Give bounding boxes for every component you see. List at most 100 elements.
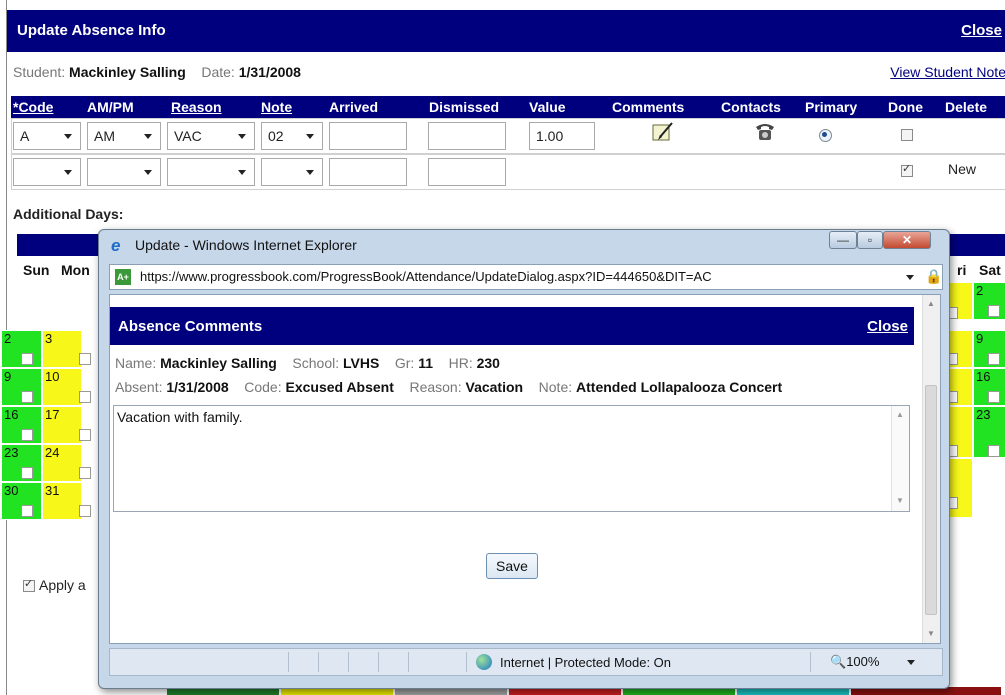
calendar-day-cell[interactable] <box>946 406 973 458</box>
calendar-day-cell[interactable]: 9 <box>973 330 1005 368</box>
page-title: Update Absence Info <box>17 22 166 39</box>
popup-titlebar[interactable]: e Update - Windows Internet Explorer — ▫… <box>99 230 949 260</box>
value-input[interactable]: 1.00 <box>529 122 595 150</box>
col-dismissed: Dismissed <box>429 99 500 115</box>
arrived-input-row2[interactable] <box>329 158 407 186</box>
security-zone[interactable]: Internet | Protected Mode: On <box>500 655 671 670</box>
calendar-day-cell[interactable]: 16 <box>1 406 42 444</box>
calendar-day-cell[interactable]: 30 <box>1 482 42 520</box>
absent-label: Absent: <box>115 379 163 395</box>
close-link[interactable]: Close <box>961 22 1002 39</box>
done-checkbox-row2[interactable] <box>901 162 913 177</box>
reason-select[interactable]: VAC <box>167 122 255 150</box>
chevron-down-icon[interactable] <box>906 275 914 280</box>
phone-icon[interactable] <box>753 120 777 142</box>
primary-radio[interactable] <box>819 129 832 142</box>
comment-textarea[interactable]: Vacation with family. ▲ ▼ <box>113 405 910 512</box>
calendar-day-checkbox[interactable] <box>988 305 1000 317</box>
update-absence-header: Update Absence Info Close <box>7 10 1005 52</box>
col-reason[interactable]: Reason <box>171 99 222 115</box>
done-checkbox[interactable] <box>901 129 913 141</box>
dismissed-input-row2[interactable] <box>428 158 506 186</box>
scroll-up-icon[interactable]: ▲ <box>927 299 935 308</box>
calendar-day-checkbox[interactable] <box>79 391 91 403</box>
calendar-day-checkbox[interactable] <box>21 467 33 479</box>
student-name: Mackinley Salling <box>69 64 186 80</box>
calendar-day-cell[interactable]: 17 <box>42 406 91 444</box>
calendar-day-cell[interactable]: 3 <box>42 330 91 368</box>
calendar-day-cell[interactable]: 31 <box>42 482 91 520</box>
globe-icon <box>476 654 492 670</box>
chevron-down-icon <box>64 134 72 139</box>
calendar-day-cell[interactable]: 2 <box>1 330 42 368</box>
calendar-day-checkbox[interactable] <box>79 505 91 517</box>
reason-select-row2[interactable] <box>167 158 255 186</box>
calendar-day-cell[interactable] <box>946 282 973 320</box>
address-bar[interactable]: A+ https://www.progressbook.com/Progress… <box>109 264 943 290</box>
calendar-day-checkbox[interactable] <box>988 353 1000 365</box>
note-select-row2[interactable] <box>261 158 323 186</box>
comments-edit-icon[interactable] <box>651 121 675 143</box>
calendar-day-checkbox[interactable] <box>79 429 91 441</box>
calendar-day-cell[interactable]: 2 <box>973 282 1005 320</box>
calendar-day-cell[interactable]: 23 <box>973 406 1005 458</box>
additional-days-label: Additional Days: <box>13 206 124 222</box>
col-ampm: AM/PM <box>87 99 134 115</box>
absence-comments-header: Absence Comments Close <box>110 307 914 345</box>
col-contacts: Contacts <box>721 99 781 115</box>
comment-scrollbar[interactable]: ▲ ▼ <box>891 406 909 511</box>
absence-info-line: Absent: 1/31/2008 Code: Excused Absent R… <box>115 379 782 395</box>
calendar-day-checkbox[interactable] <box>988 445 1000 457</box>
value-input-text: 1.00 <box>536 128 564 144</box>
calendar-day-cell[interactable]: 10 <box>42 368 91 406</box>
lock-icon[interactable]: 🔒 <box>925 268 942 285</box>
grade-value: 11 <box>418 355 434 371</box>
calendar-day-checkbox[interactable] <box>79 467 91 479</box>
status-divider <box>810 652 811 672</box>
code-select[interactable]: A <box>13 122 81 150</box>
calendar-day-cell[interactable] <box>946 458 973 518</box>
calendar-day-number: 31 <box>45 483 60 498</box>
address-url[interactable]: https://www.progressbook.com/ProgressBoo… <box>140 269 712 284</box>
col-note[interactable]: Note <box>261 99 292 115</box>
save-button[interactable]: Save <box>486 553 538 579</box>
popup-window-title: Update - Windows Internet Explorer <box>135 237 357 253</box>
window-close-button[interactable]: ✕ <box>883 231 931 249</box>
note-select[interactable]: 02 <box>261 122 323 150</box>
chevron-down-icon[interactable] <box>907 660 915 665</box>
scroll-down-icon[interactable]: ▼ <box>927 629 935 638</box>
calendar-day-checkbox[interactable] <box>988 391 1000 403</box>
absence-comments-close-link[interactable]: Close <box>867 318 908 335</box>
status-divider <box>288 652 289 672</box>
view-student-note-link[interactable]: View Student Note <box>890 64 1005 80</box>
arrived-input[interactable] <box>329 122 407 150</box>
calendar-day-checkbox[interactable] <box>21 391 33 403</box>
calendar-day-checkbox[interactable] <box>21 429 33 441</box>
dismissed-input[interactable] <box>428 122 506 150</box>
ampm-select[interactable]: AM <box>87 122 161 150</box>
ampm-select-row2[interactable] <box>87 158 161 186</box>
zoom-level[interactable]: 🔍100% <box>830 654 879 670</box>
calendar-day-cell[interactable] <box>946 368 973 406</box>
code-select-row2[interactable] <box>13 158 81 186</box>
popup-scrollbar[interactable]: ▲ ▼ <box>922 295 940 643</box>
calendar-day-cell[interactable]: 9 <box>1 368 42 406</box>
calendar-day-number: 16 <box>4 407 19 422</box>
calendar-day-cell[interactable]: 23 <box>1 444 42 482</box>
calendar-day-cell[interactable] <box>946 330 973 368</box>
scroll-up-icon[interactable]: ▲ <box>896 410 904 419</box>
apply-label: Apply a <box>39 577 86 593</box>
chevron-down-icon <box>64 170 72 175</box>
scroll-down-icon[interactable]: ▼ <box>896 496 904 505</box>
maximize-button[interactable]: ▫ <box>857 231 883 249</box>
minimize-button[interactable]: — <box>829 231 857 249</box>
col-code[interactable]: *Code <box>13 99 53 115</box>
calendar-day-checkbox[interactable] <box>21 353 33 365</box>
calendar-day-checkbox[interactable] <box>79 353 91 365</box>
apply-checkbox[interactable] <box>23 577 35 592</box>
calendar-day-checkbox[interactable] <box>21 505 33 517</box>
calendar-day-cell[interactable]: 16 <box>973 368 1005 406</box>
scrollbar-thumb[interactable] <box>925 385 937 615</box>
calendar-day-cell[interactable]: 24 <box>42 444 91 482</box>
grade-label: Gr: <box>394 355 415 371</box>
